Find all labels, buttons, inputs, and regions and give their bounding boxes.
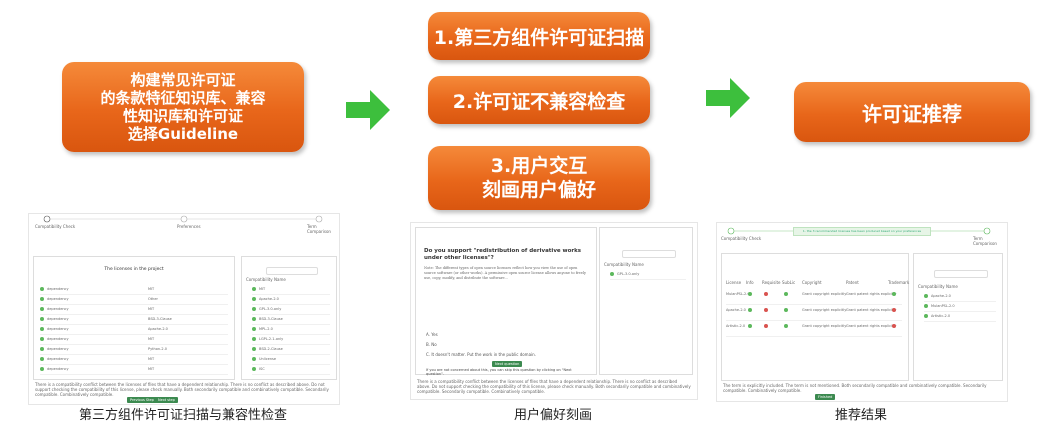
patent-cell: Grant patent rights explicitly: [846, 324, 897, 328]
legend: There is a compatibility conflict betwee…: [35, 382, 329, 397]
legend: There is a compatibility conflict betwee…: [417, 379, 691, 394]
license-select[interactable]: [934, 270, 988, 278]
license-name: Artistic-2.0: [931, 314, 951, 318]
panel-title: The licenses in the project: [104, 267, 164, 272]
license-recommendation-box: 许可证推荐: [794, 82, 1030, 142]
step-label: Preferences: [177, 224, 201, 229]
step-label: Compatibility Check: [35, 224, 76, 229]
recommend-banner: 1. the 3 recommended licenses has been p…: [793, 227, 931, 236]
license-name: GPL-3.0-only: [259, 307, 282, 311]
term-comparison-panel: License Info Requisite SubLic Copyright …: [721, 253, 909, 381]
license-name: BSD-3-Clause: [259, 317, 283, 321]
question-panel: Do you support "redistribution of deriva…: [415, 227, 597, 376]
patent-cell: Grant patent rights explicitly: [846, 308, 897, 312]
license-cell: Apache-2.0: [148, 327, 168, 331]
license-name: GPL-3.0-only: [617, 272, 640, 276]
license-name: BSD-2-Clause: [259, 347, 283, 351]
option-b[interactable]: B. No: [426, 342, 437, 347]
finished-button[interactable]: Finished: [815, 394, 836, 400]
build-knowledge-base-box: 构建常见许可证 的条款特征知识库、兼容 性知识库和许可证 选择Guideline: [62, 62, 304, 152]
license-cell: Other: [148, 297, 158, 301]
license-name: MPL-2.0: [259, 327, 273, 331]
option-c[interactable]: C. It doesn't matter. Put the work in th…: [426, 352, 536, 357]
license-cell: Apache-2.0: [726, 308, 746, 312]
right-arrow-icon: [706, 78, 750, 118]
license-scan-step-box: 1.第三方组件许可证扫描: [428, 12, 650, 60]
license-name: Unlicense: [259, 357, 276, 361]
license-name: Apache-2.0: [931, 294, 951, 298]
recommendation-screenshot: 1. the 3 recommended licenses has been p…: [716, 222, 1008, 402]
license-cell: MIT: [148, 337, 155, 341]
column-header: Patent: [846, 280, 859, 285]
caption-scan-check: 第三方组件许可证扫描与兼容性检查: [78, 408, 287, 423]
license-list-panel: Compatibility Name Apache-2.0 MulanPSL-2…: [913, 253, 1003, 381]
step-label: Term Comparison: [973, 236, 997, 246]
license-cell: Artistic-2.0: [726, 324, 746, 328]
next-question-button[interactable]: Next question: [492, 361, 523, 367]
license-list-panel: Compatibility Name MIT Apache-2.0 GPL-3.…: [241, 256, 337, 380]
copyright-cell: Grant copyright explicitly: [802, 308, 847, 312]
compatibility-check-screenshot: Compatibility Check Preferences Term Com…: [28, 213, 340, 405]
column-header: SubLic: [782, 280, 796, 285]
license-cell: MulanPSL-2.0: [726, 292, 750, 296]
step-label: Compatibility Check: [721, 236, 762, 241]
next-step-button[interactable]: Next step: [155, 397, 178, 403]
option-a[interactable]: A. Yes: [426, 332, 438, 337]
copyright-cell: Grant copyright explicitly: [802, 292, 847, 296]
license-list-panel: Compatibility Name GPL-3.0-only: [599, 227, 693, 375]
license-name: Apache-2.0: [259, 297, 279, 301]
patent-cell: Grant patent rights explicitly: [846, 292, 897, 296]
user-interaction-step-box: 3.用户交互 刻画用户偏好: [428, 146, 650, 210]
column-header: Compatibility: [918, 284, 945, 289]
column-header: Info: [746, 280, 754, 285]
column-header: Name: [632, 262, 644, 267]
question-note: Note: The different types of open source…: [424, 266, 586, 280]
column-header: License: [726, 280, 742, 285]
license-cell: Python-2.0: [148, 347, 167, 351]
column-header: Copyright: [802, 280, 822, 285]
column-header: Compatibility: [604, 262, 631, 267]
step-label: Term Comparison: [307, 224, 331, 234]
skip-hint: If you are not concerned about this, you…: [426, 368, 572, 376]
right-arrow-icon: [346, 90, 390, 130]
preferences-screenshot: Do you support "redistribution of deriva…: [410, 222, 698, 400]
column-header: Compatibility: [246, 277, 273, 282]
caption-preferences: 用户偏好刻画: [513, 408, 592, 423]
license-name: MIT: [259, 287, 266, 291]
license-cell: MIT: [148, 307, 155, 311]
incompatibility-check-step-box: 2.许可证不兼容检查: [428, 76, 650, 124]
legend: The term is explicitly included. The ter…: [723, 383, 987, 393]
project-licenses-panel: The licenses in the project dependency M…: [33, 256, 235, 380]
caption-recommendation: 推荐结果: [834, 408, 887, 423]
license-cell: BSD-3-Clause: [148, 317, 172, 321]
column-header: Requisite: [762, 280, 781, 285]
question-title: Do you support "redistribution of deriva…: [424, 248, 582, 261]
column-header: Name: [946, 284, 958, 289]
previous-step-button[interactable]: Previous Step: [127, 397, 157, 403]
column-header: Name: [274, 277, 286, 282]
license-cell: MIT: [148, 367, 155, 371]
license-cell: MIT: [148, 287, 155, 291]
column-header: Trademark: [888, 280, 910, 285]
copyright-cell: Grant copyright explicitly: [802, 324, 847, 328]
license-name: LGPL-2.1-only: [259, 337, 284, 341]
license-select[interactable]: [266, 267, 318, 275]
license-select[interactable]: [622, 250, 676, 258]
license-name: MulanPSL-2.0: [931, 304, 955, 308]
license-name: ISC: [259, 367, 265, 371]
license-cell: MIT: [148, 357, 155, 361]
